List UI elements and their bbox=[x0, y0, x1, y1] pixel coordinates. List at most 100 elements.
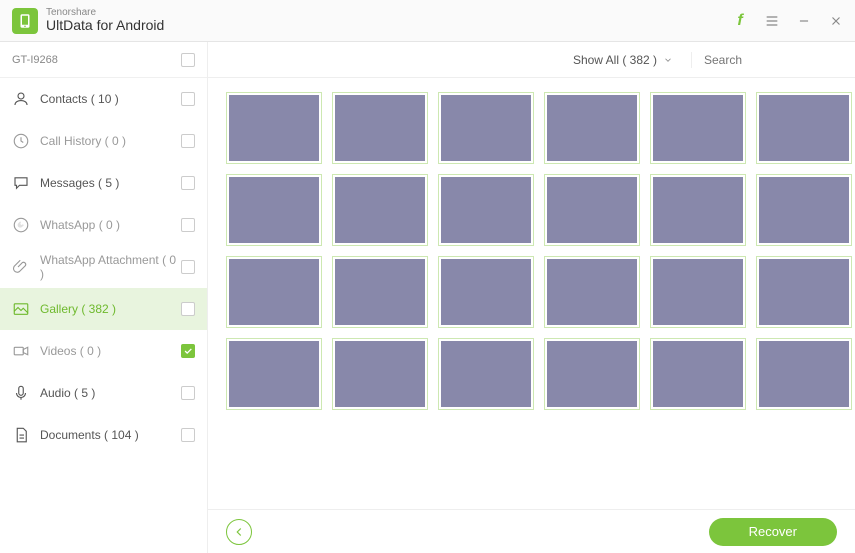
category-checkbox[interactable] bbox=[181, 218, 195, 232]
sidebar: GT-I9268 Contacts ( 10 ) Call History ( 0… bbox=[0, 42, 208, 553]
thumbnail[interactable] bbox=[650, 256, 746, 328]
main-panel: Show All ( 382 ) Recover bbox=[208, 42, 855, 553]
thumbnail-image bbox=[335, 177, 425, 243]
waattach-icon bbox=[12, 258, 30, 276]
sidebar-item-label: WhatsApp ( 0 ) bbox=[40, 218, 181, 232]
device-row[interactable]: GT-I9268 bbox=[0, 42, 207, 78]
sidebar-item-callhist[interactable]: Call History ( 0 ) bbox=[0, 120, 207, 162]
sidebar-item-contacts[interactable]: Contacts ( 10 ) bbox=[0, 78, 207, 120]
thumbnail[interactable] bbox=[226, 338, 322, 410]
app-logo bbox=[12, 8, 38, 34]
category-checkbox[interactable] bbox=[181, 428, 195, 442]
thumbnail[interactable] bbox=[544, 338, 640, 410]
thumbnail-image bbox=[229, 341, 319, 407]
thumbnail-image bbox=[547, 95, 637, 161]
sidebar-item-documents[interactable]: Documents ( 104 ) bbox=[0, 414, 207, 456]
thumbnail-image bbox=[441, 95, 531, 161]
sidebar-item-label: Call History ( 0 ) bbox=[40, 134, 181, 148]
thumbnail[interactable] bbox=[332, 92, 428, 164]
sidebar-item-label: Gallery ( 382 ) bbox=[40, 302, 181, 316]
sidebar-item-label: Videos ( 0 ) bbox=[40, 344, 181, 358]
thumbnail[interactable] bbox=[438, 174, 534, 246]
callhist-icon bbox=[12, 132, 30, 150]
thumbnail[interactable] bbox=[756, 174, 852, 246]
thumbnail[interactable] bbox=[226, 174, 322, 246]
sidebar-item-gallery[interactable]: Gallery ( 382 ) bbox=[0, 288, 207, 330]
search-input[interactable] bbox=[704, 53, 855, 67]
thumbnail-image bbox=[335, 259, 425, 325]
thumbnail-image bbox=[759, 177, 849, 243]
thumbnail[interactable] bbox=[756, 92, 852, 164]
category-checkbox[interactable] bbox=[181, 386, 195, 400]
documents-icon bbox=[12, 426, 30, 444]
thumbnail-image bbox=[441, 259, 531, 325]
sidebar-item-label: Documents ( 104 ) bbox=[40, 428, 181, 442]
thumbnail-image bbox=[759, 95, 849, 161]
filter-dropdown[interactable]: Show All ( 382 ) bbox=[573, 53, 673, 67]
thumbnail-image bbox=[229, 259, 319, 325]
thumbnail[interactable] bbox=[756, 338, 852, 410]
device-name: GT-I9268 bbox=[12, 54, 58, 66]
thumbnail[interactable] bbox=[544, 92, 640, 164]
app-name: UltData for Android bbox=[46, 18, 164, 33]
window-controls: f bbox=[731, 12, 845, 30]
thumbnail-image bbox=[653, 95, 743, 161]
category-checkbox[interactable] bbox=[181, 92, 195, 106]
category-checkbox[interactable] bbox=[181, 302, 195, 316]
category-checkbox[interactable] bbox=[181, 176, 195, 190]
sidebar-item-videos[interactable]: Videos ( 0 ) bbox=[0, 330, 207, 372]
thumbnail[interactable] bbox=[650, 174, 746, 246]
thumbnail-image bbox=[229, 177, 319, 243]
whatsapp-icon bbox=[12, 216, 30, 234]
category-checkbox[interactable] bbox=[181, 344, 195, 358]
menu-icon[interactable] bbox=[763, 12, 781, 30]
thumbnail[interactable] bbox=[650, 92, 746, 164]
thumbnail-image bbox=[653, 341, 743, 407]
thumbnail-image bbox=[653, 259, 743, 325]
thumbnail[interactable] bbox=[226, 256, 322, 328]
category-checkbox[interactable] bbox=[181, 134, 195, 148]
thumbnail[interactable] bbox=[544, 174, 640, 246]
thumbnail[interactable] bbox=[438, 338, 534, 410]
gallery-icon bbox=[12, 300, 30, 318]
thumbnail-image bbox=[653, 177, 743, 243]
sidebar-item-messages[interactable]: Messages ( 5 ) bbox=[0, 162, 207, 204]
sidebar-item-waattach[interactable]: WhatsApp Attachment ( 0 ) bbox=[0, 246, 207, 288]
share-icon[interactable]: f bbox=[731, 12, 749, 30]
thumbnail[interactable] bbox=[438, 256, 534, 328]
videos-icon bbox=[12, 342, 30, 360]
footer: Recover bbox=[208, 509, 855, 553]
category-checkbox[interactable] bbox=[181, 260, 195, 274]
thumbnail-image bbox=[547, 259, 637, 325]
sidebar-item-label: Messages ( 5 ) bbox=[40, 176, 181, 190]
sidebar-item-label: Audio ( 5 ) bbox=[40, 386, 181, 400]
back-button[interactable] bbox=[226, 519, 252, 545]
recover-button[interactable]: Recover bbox=[709, 518, 837, 546]
thumbnail[interactable] bbox=[544, 256, 640, 328]
messages-icon bbox=[12, 174, 30, 192]
thumbnail-image bbox=[229, 95, 319, 161]
thumbnail[interactable] bbox=[756, 256, 852, 328]
thumbnail[interactable] bbox=[226, 92, 322, 164]
thumbnail-image bbox=[335, 95, 425, 161]
thumbnail[interactable] bbox=[332, 256, 428, 328]
thumbnail-image bbox=[759, 341, 849, 407]
thumbnail[interactable] bbox=[332, 338, 428, 410]
device-checkbox[interactable] bbox=[181, 53, 195, 67]
thumbnail-grid bbox=[226, 92, 843, 410]
gallery-panel bbox=[208, 78, 855, 509]
thumbnail[interactable] bbox=[332, 174, 428, 246]
sidebar-item-label: Contacts ( 10 ) bbox=[40, 92, 181, 106]
app-titles: Tenorshare UltData for Android bbox=[46, 7, 164, 33]
close-icon[interactable] bbox=[827, 12, 845, 30]
thumbnail-image bbox=[547, 341, 637, 407]
thumbnail[interactable] bbox=[650, 338, 746, 410]
thumbnail[interactable] bbox=[438, 92, 534, 164]
filter-label: Show All ( 382 ) bbox=[573, 53, 657, 67]
thumbnail-image bbox=[547, 177, 637, 243]
sidebar-item-audio[interactable]: Audio ( 5 ) bbox=[0, 372, 207, 414]
sidebar-item-label: WhatsApp Attachment ( 0 ) bbox=[40, 253, 181, 281]
sidebar-item-whatsapp[interactable]: WhatsApp ( 0 ) bbox=[0, 204, 207, 246]
search-wrap bbox=[691, 52, 841, 68]
minimize-icon[interactable] bbox=[795, 12, 813, 30]
